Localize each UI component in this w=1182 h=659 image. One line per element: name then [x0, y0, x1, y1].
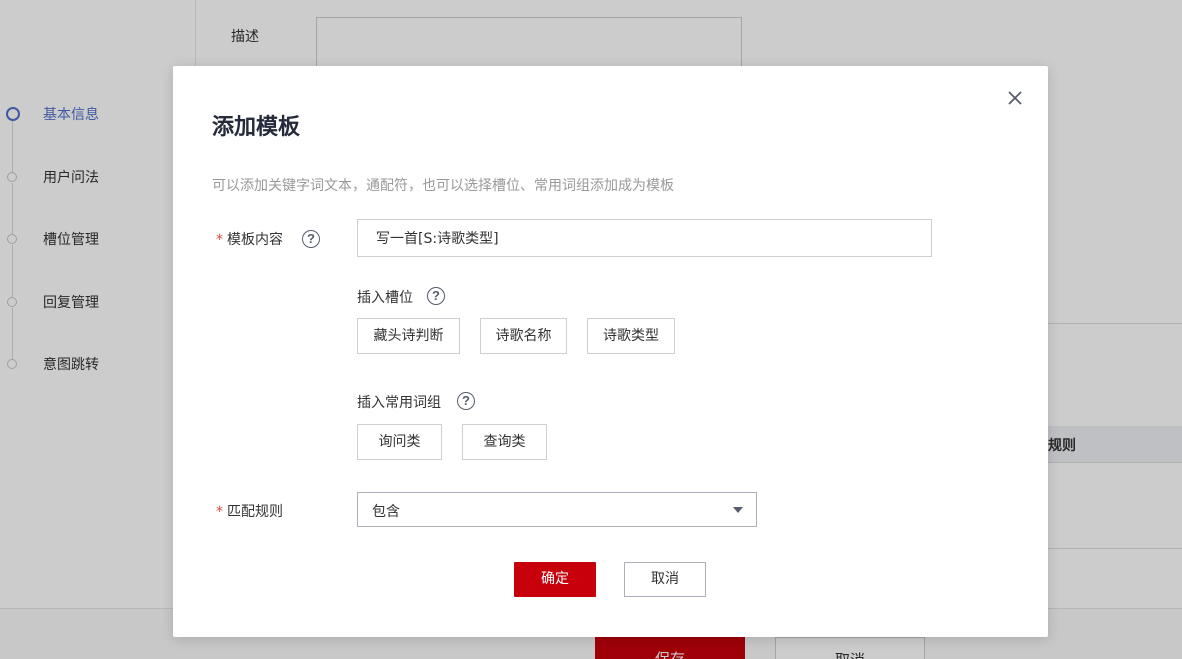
- cancel-button[interactable]: 取消: [624, 562, 706, 597]
- insert-phrase-label: 插入常用词组: [357, 395, 441, 411]
- slot-chip[interactable]: 藏头诗判断: [357, 318, 460, 354]
- match-rule-selected-value: 包含: [372, 504, 400, 520]
- dialog-hint: 可以添加关键字词文本，通配符，也可以选择槽位、常用词组添加成为模板: [212, 178, 674, 194]
- confirm-button[interactable]: 确定: [514, 562, 596, 597]
- caret-down-icon: [733, 507, 743, 513]
- template-content-input[interactable]: [357, 219, 932, 257]
- close-icon[interactable]: [1006, 89, 1024, 107]
- page: 基本信息 用户问法 槽位管理 回复管理 意图跳转 描述 规则 保存 取消: [0, 0, 1182, 659]
- slot-chip[interactable]: 诗歌名称: [480, 318, 567, 354]
- required-mark: *: [216, 232, 223, 248]
- template-content-label-text: 模板内容: [227, 232, 283, 248]
- help-icon[interactable]: ?: [302, 230, 320, 248]
- dialog-title: 添加模板: [212, 115, 301, 140]
- phrase-chip[interactable]: 询问类: [357, 424, 442, 460]
- insert-slot-label: 插入槽位: [357, 290, 413, 306]
- help-icon[interactable]: ?: [457, 392, 475, 410]
- add-template-dialog: 添加模板 可以添加关键字词文本，通配符，也可以选择槽位、常用词组添加成为模板 *…: [173, 66, 1048, 637]
- slot-chip[interactable]: 诗歌类型: [587, 318, 675, 354]
- match-rule-select[interactable]: 包含: [357, 492, 757, 527]
- phrase-chip[interactable]: 查询类: [462, 424, 547, 460]
- match-rule-label: * 匹配规则: [216, 501, 283, 521]
- required-mark: *: [216, 504, 223, 520]
- help-icon[interactable]: ?: [427, 287, 445, 305]
- template-content-label: * 模板内容: [216, 229, 283, 249]
- match-rule-label-text: 匹配规则: [227, 504, 283, 520]
